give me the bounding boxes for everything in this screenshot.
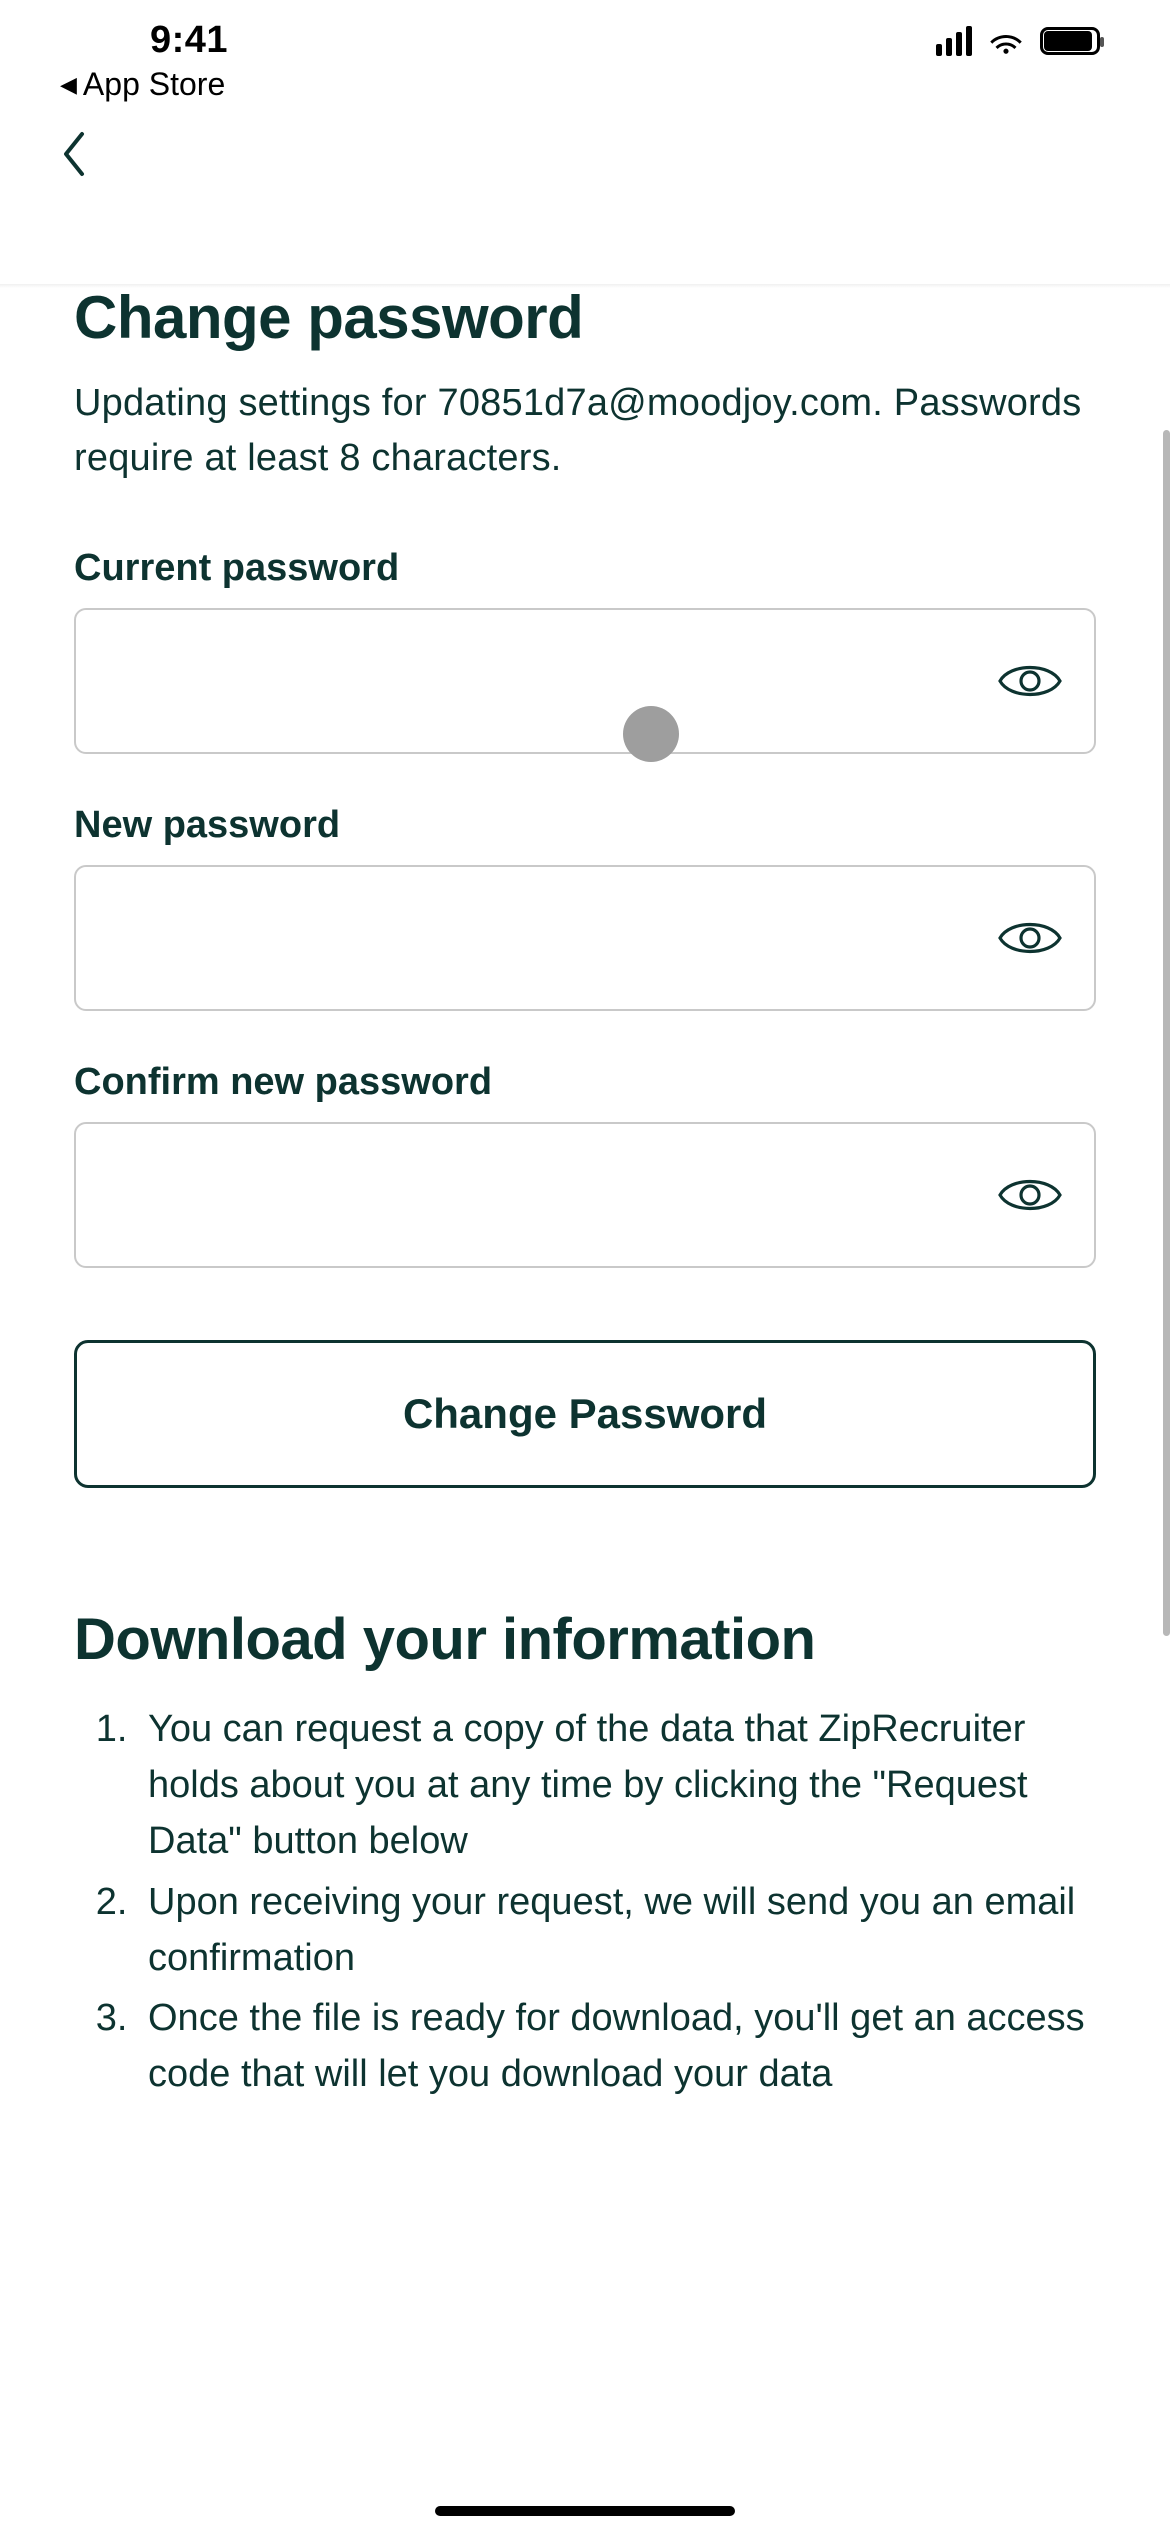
app-store-label: App Store: [83, 66, 225, 103]
toggle-current-password-visibility[interactable]: [998, 649, 1062, 713]
page-title: Change password: [74, 283, 1096, 352]
download-step: You can request a copy of the data that …: [138, 1701, 1096, 1870]
confirm-password-label: Confirm new password: [74, 1061, 1096, 1104]
back-button[interactable]: [60, 130, 88, 178]
loading-indicator: [623, 706, 679, 762]
confirm-password-input[interactable]: [74, 1122, 1096, 1268]
eye-icon: [998, 1173, 1062, 1217]
new-password-label: New password: [74, 804, 1096, 847]
battery-icon: [1040, 27, 1100, 55]
download-steps-list: You can request a copy of the data that …: [74, 1701, 1096, 2103]
app-store-back-link[interactable]: ◀ App Store: [60, 66, 228, 103]
download-step: Upon receiving your request, we will sen…: [138, 1874, 1096, 1986]
home-indicator[interactable]: [435, 2506, 735, 2516]
scrollbar[interactable]: [1163, 430, 1170, 1636]
current-password-group: Current password: [74, 547, 1096, 754]
new-password-input[interactable]: [74, 865, 1096, 1011]
new-password-group: New password: [74, 804, 1096, 1011]
status-indicators: [936, 23, 1110, 59]
status-bar: 9:41 ◀ App Store: [0, 0, 1170, 100]
toggle-confirm-password-visibility[interactable]: [998, 1163, 1062, 1227]
toggle-new-password-visibility[interactable]: [998, 906, 1062, 970]
download-step: Once the file is ready for download, you…: [138, 1990, 1096, 2102]
current-password-input[interactable]: [74, 608, 1096, 754]
change-password-button[interactable]: Change Password: [74, 1340, 1096, 1488]
eye-icon: [998, 659, 1062, 703]
cellular-signal-icon: [936, 26, 972, 56]
status-time: 9:41: [60, 19, 228, 62]
eye-icon: [998, 916, 1062, 960]
nav-bar: [0, 100, 1170, 223]
download-info-title: Download your information: [74, 1606, 1096, 1673]
back-triangle-icon: ◀: [60, 72, 77, 98]
confirm-password-group: Confirm new password: [74, 1061, 1096, 1268]
wifi-icon: [988, 23, 1024, 59]
page-subtitle: Updating settings for 70851d7a@moodjoy.c…: [74, 376, 1096, 487]
current-password-label: Current password: [74, 547, 1096, 590]
header-divider: [0, 284, 1170, 288]
